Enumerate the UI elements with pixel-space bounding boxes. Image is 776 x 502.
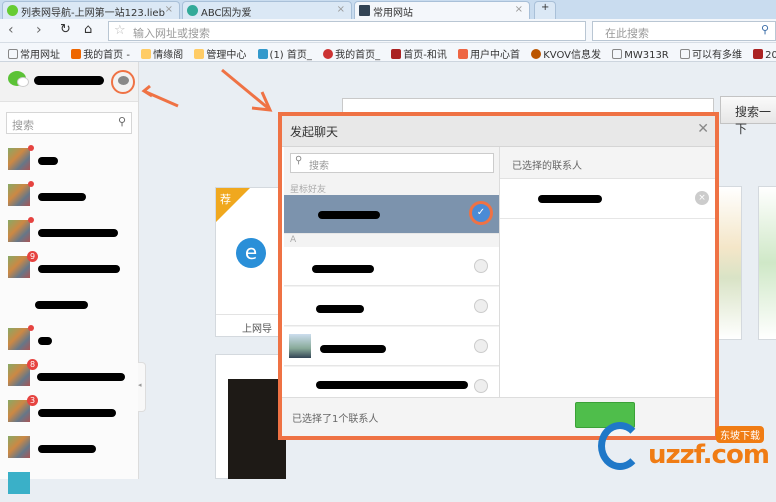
start-chat-dialog: 发起聊天 ✕ ⚲ 搜索 星标好友 ✓ A 已选择的联系人 × 已选择了1个联系人 [278,112,719,440]
remove-icon[interactable]: × [695,191,709,205]
redacted-name [318,211,380,219]
redacted-name [312,265,374,273]
redacted-name [316,305,364,313]
contact-row[interactable] [284,367,499,397]
redacted-name [538,195,602,203]
selection-count: 已选择了1个联系人 [292,414,379,425]
dialog-title: 发起聊天 [290,125,339,139]
group-label-a: A [290,235,297,245]
contact-row-selected[interactable]: ✓ [284,195,499,234]
radio-icon[interactable] [474,259,488,273]
logo-mark [598,422,642,470]
group-label-starred: 星标好友 [290,185,327,195]
contact-list: ⚲ 搜索 星标好友 ✓ A [284,147,500,397]
logo-tag: 东坡下载 [716,426,764,443]
radio-icon[interactable] [474,379,488,393]
selected-contacts-panel: 已选择的联系人 × [500,147,715,397]
redacted-name [320,345,386,353]
close-icon[interactable]: ✕ [697,121,709,137]
selected-header: 已选择的联系人 [500,147,715,179]
check-icon[interactable]: ✓ [472,204,490,222]
contact-row[interactable] [284,287,499,326]
avatar [289,334,311,358]
dialog-title-bar: 发起聊天 ✕ [282,116,715,147]
logo-text: uzzf.com [648,440,770,470]
search-icon: ⚲ [295,155,303,166]
watermark-logo: uzzf.com 东坡下载 [598,420,776,479]
redacted-name [316,381,468,389]
radio-icon[interactable] [474,339,488,353]
contact-search-input[interactable]: ⚲ 搜索 [290,153,494,173]
contact-row[interactable] [284,327,499,366]
radio-icon[interactable] [474,299,488,313]
selected-contact: × [500,179,715,219]
contact-row[interactable] [284,247,499,286]
